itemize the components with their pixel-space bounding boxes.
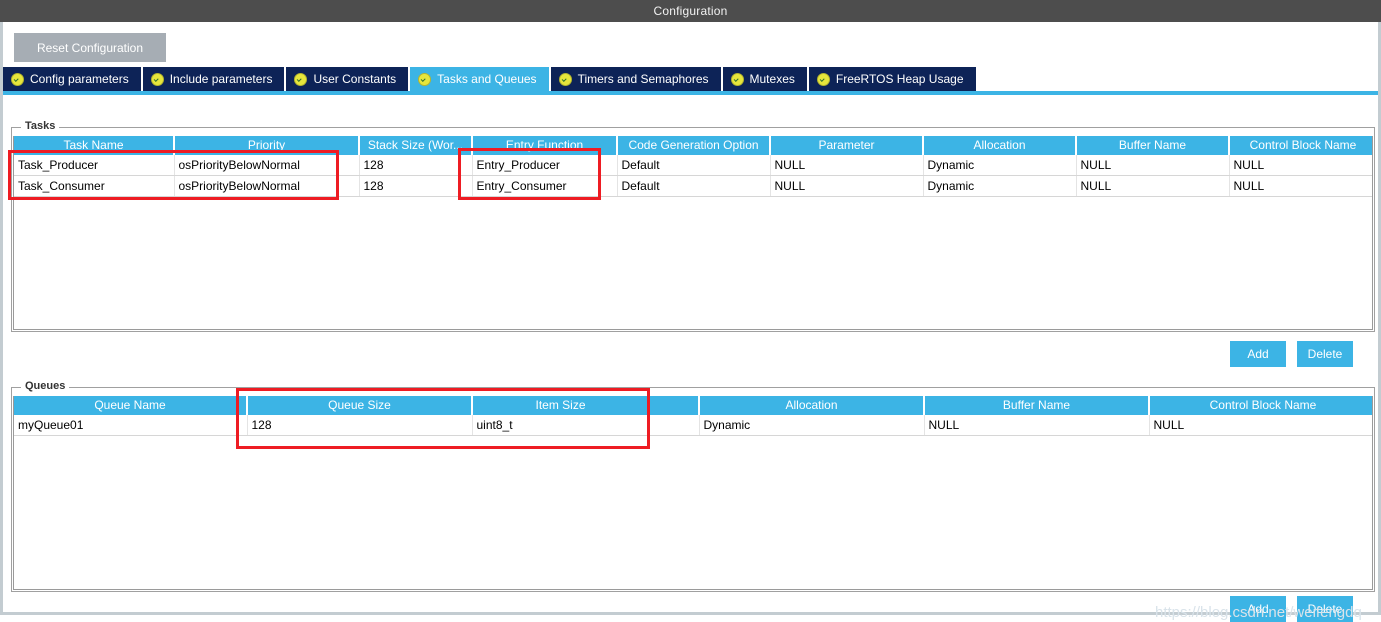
- tab-tasks-and-queues[interactable]: Tasks and Queues: [410, 67, 551, 91]
- table-cell[interactable]: 128: [247, 415, 473, 436]
- check-circle-icon: [730, 72, 744, 86]
- table-cell[interactable]: myQueue01: [14, 415, 248, 436]
- table-cell[interactable]: 128: [359, 155, 473, 176]
- table-cell[interactable]: Default: [617, 175, 771, 197]
- tasks-group: Tasks Task Name Priority Stack Size (Wor..…: [11, 120, 1375, 332]
- tasks-grid[interactable]: Task Name Priority Stack Size (Wor... Entry…: [13, 136, 1373, 330]
- table-cell[interactable]: NULL: [1076, 155, 1230, 176]
- window-body: Reset Configuration Config parameters Inc…: [0, 22, 1381, 622]
- column-header[interactable]: Buffer Name: [924, 396, 1150, 415]
- table-cell[interactable]: NULL: [1149, 415, 1372, 436]
- check-circle-icon: [558, 72, 572, 86]
- table-cell[interactable]: Entry_Consumer: [472, 175, 618, 197]
- column-header[interactable]: Code Generation Option: [617, 136, 771, 155]
- table-cell[interactable]: NULL: [770, 175, 924, 197]
- queues-header-row: Queue Name Queue Size Item Size Allocation B…: [14, 396, 1372, 415]
- tasks-group-legend: Tasks: [21, 120, 60, 132]
- tasks-table[interactable]: Task Name Priority Stack Size (Wor... Entry…: [14, 136, 1372, 197]
- toolbar: Reset Configuration: [3, 22, 1378, 67]
- queues-grid[interactable]: Queue Name Queue Size Item Size Allocation B…: [13, 396, 1373, 590]
- table-cell[interactable]: [649, 415, 700, 436]
- tab-config-parameters[interactable]: Config parameters: [3, 67, 143, 91]
- queues-table[interactable]: Queue Name Queue Size Item Size Allocation B…: [14, 396, 1372, 436]
- check-circle-icon: [150, 72, 164, 86]
- check-circle-icon: [418, 72, 432, 86]
- column-header[interactable]: Control Block Name: [1229, 136, 1372, 155]
- table-row[interactable]: Task_Producer osPriorityBelowNormal 128 Ent…: [14, 155, 1372, 176]
- tab-freertos-heap-usage[interactable]: FreeRTOS Heap Usage: [808, 67, 978, 91]
- table-cell[interactable]: uint8_t: [472, 415, 650, 436]
- table-cell[interactable]: NULL: [770, 155, 924, 176]
- table-cell[interactable]: osPriorityBelowNormal: [174, 175, 360, 197]
- column-header[interactable]: Stack Size (Wor...: [359, 136, 473, 155]
- tab-mutexes[interactable]: Mutexes: [722, 67, 809, 91]
- check-circle-icon: [816, 72, 830, 86]
- tab-bar: Config parameters Include parameters User …: [3, 67, 1378, 94]
- tab-label: Timers and Semaphores: [577, 72, 709, 86]
- configuration-window: Configuration Reset Configuration Config…: [0, 0, 1381, 622]
- tasks-add-button[interactable]: Add: [1230, 341, 1286, 367]
- queues-delete-button[interactable]: Delete: [1297, 596, 1353, 622]
- table-cell[interactable]: NULL: [1076, 175, 1230, 197]
- check-circle-icon: [11, 72, 24, 86]
- table-row[interactable]: myQueue01 128 uint8_t Dynamic NULL NULL: [14, 415, 1372, 436]
- queues-action-buttons: Add Delete: [1230, 596, 1353, 622]
- column-header[interactable]: Parameter: [770, 136, 924, 155]
- tab-label: Config parameters: [30, 72, 129, 86]
- window-title: Configuration: [653, 4, 728, 18]
- table-cell[interactable]: osPriorityBelowNormal: [174, 155, 360, 176]
- column-header[interactable]: Queue Name: [14, 396, 248, 415]
- table-cell[interactable]: Dynamic: [699, 415, 925, 436]
- table-cell[interactable]: 128: [359, 175, 473, 197]
- column-header[interactable]: Queue Size: [247, 396, 473, 415]
- tab-include-parameters[interactable]: Include parameters: [142, 67, 287, 91]
- column-header[interactable]: [649, 396, 700, 415]
- reset-configuration-button[interactable]: Reset Configuration: [14, 33, 166, 62]
- column-header[interactable]: Task Name: [14, 136, 175, 155]
- tab-label: FreeRTOS Heap Usage: [835, 72, 964, 86]
- queues-group-legend: Queues: [21, 380, 70, 392]
- tab-label: Include parameters: [169, 72, 273, 86]
- table-cell[interactable]: Task_Producer: [14, 155, 175, 176]
- queues-group: Queues Queue Name Queue Size Item Size Allo…: [11, 380, 1375, 592]
- tab-underline: [3, 91, 1378, 95]
- table-cell[interactable]: Task_Consumer: [14, 175, 175, 197]
- table-cell[interactable]: Dynamic: [923, 175, 1077, 197]
- column-header[interactable]: Allocation: [923, 136, 1077, 155]
- column-header[interactable]: Priority: [174, 136, 360, 155]
- check-circle-icon: [294, 72, 308, 86]
- column-header[interactable]: Entry Function: [472, 136, 618, 155]
- tab-user-constants[interactable]: User Constants: [286, 67, 411, 91]
- table-cell[interactable]: NULL: [1229, 175, 1372, 197]
- tab-label: Mutexes: [749, 72, 795, 86]
- table-cell[interactable]: Default: [617, 155, 771, 176]
- table-cell[interactable]: Dynamic: [923, 155, 1077, 176]
- column-header[interactable]: Allocation: [699, 396, 925, 415]
- tab-label: User Constants: [313, 72, 397, 86]
- table-row[interactable]: Task_Consumer osPriorityBelowNormal 128 Ent…: [14, 175, 1372, 197]
- tasks-header-row: Task Name Priority Stack Size (Wor... Entry…: [14, 136, 1372, 155]
- table-cell[interactable]: Entry_Producer: [472, 155, 618, 176]
- column-header[interactable]: Item Size: [472, 396, 650, 415]
- tasks-delete-button[interactable]: Delete: [1297, 341, 1353, 367]
- table-cell[interactable]: NULL: [1229, 155, 1372, 176]
- window-titlebar: Configuration: [0, 0, 1381, 22]
- column-header[interactable]: Buffer Name: [1076, 136, 1230, 155]
- tab-timers-and-semaphores[interactable]: Timers and Semaphores: [550, 67, 723, 91]
- queues-add-button[interactable]: Add: [1230, 596, 1286, 622]
- tasks-action-buttons: Add Delete: [1230, 341, 1353, 367]
- tab-label: Tasks and Queues: [437, 72, 537, 86]
- table-cell[interactable]: NULL: [924, 415, 1150, 436]
- column-header[interactable]: Control Block Name: [1149, 396, 1372, 415]
